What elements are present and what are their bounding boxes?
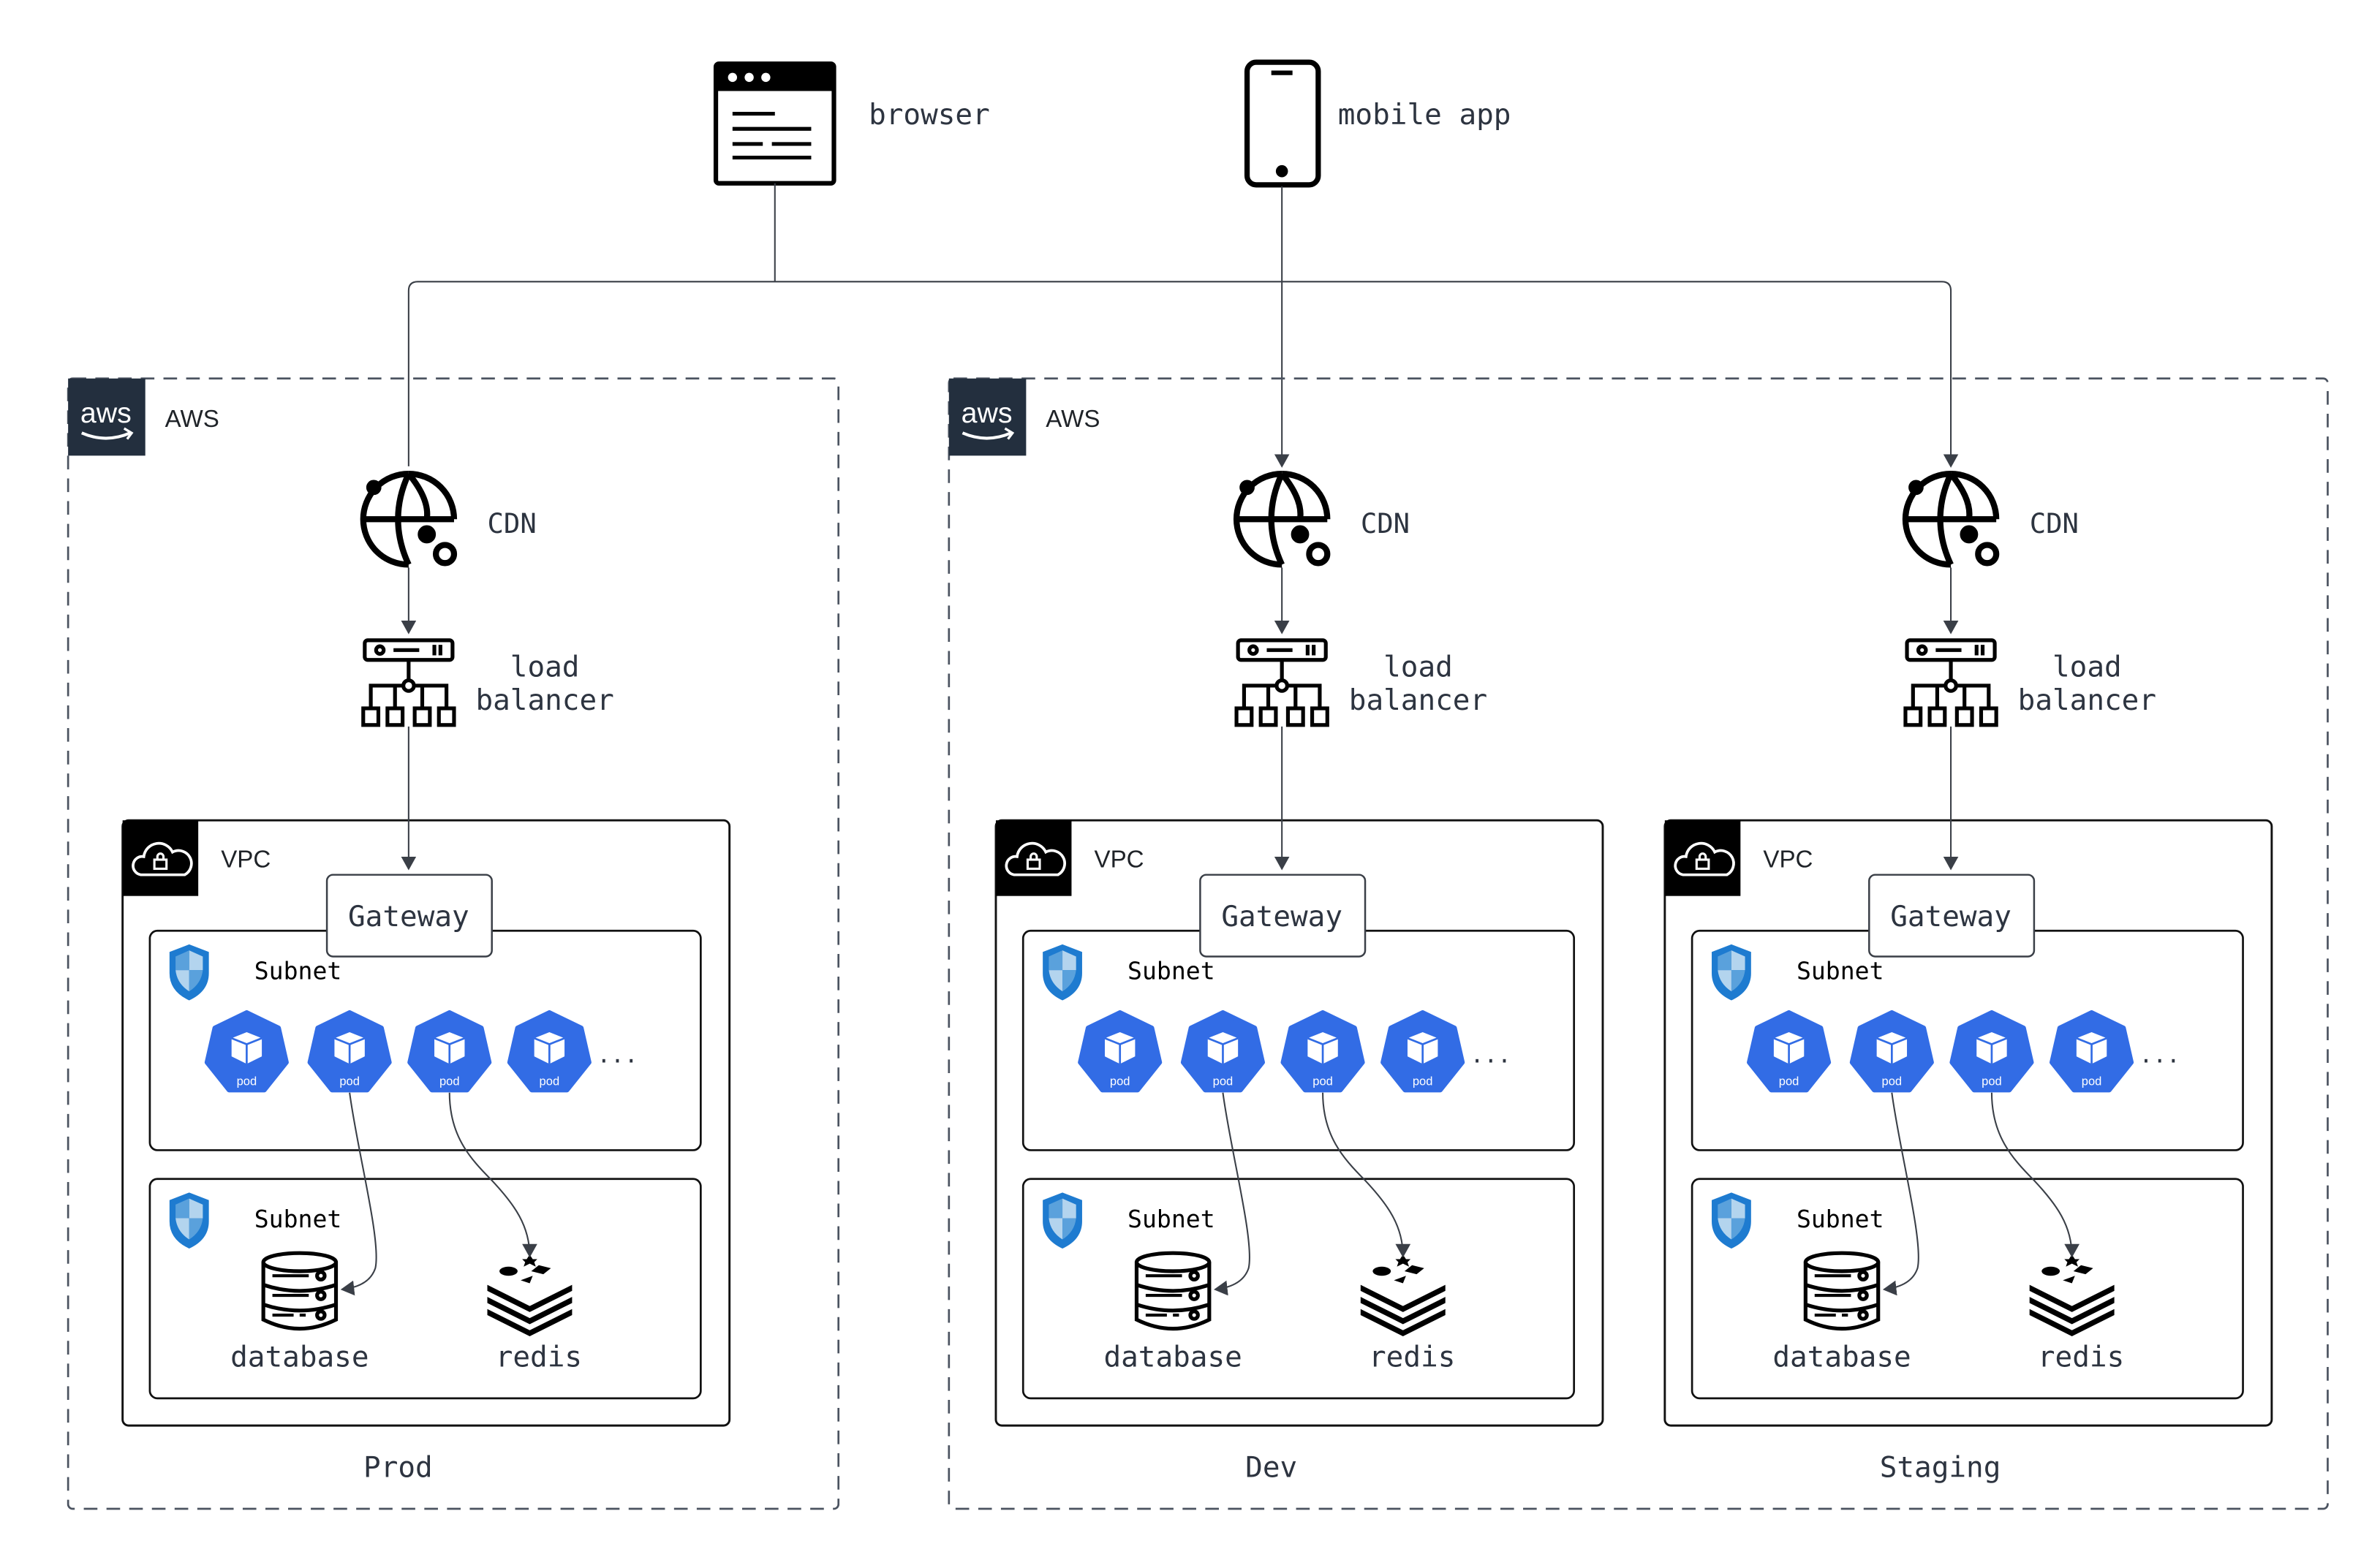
pod-label: pod <box>1213 1074 1234 1088</box>
pod-label: pod <box>1882 1074 1903 1088</box>
pod-icon: pod <box>1180 1010 1265 1093</box>
cdn-label: CDN <box>2030 507 2079 539</box>
pod-icon: pod <box>1380 1010 1465 1093</box>
redis-label: redis <box>1369 1341 1455 1374</box>
gateway-label: Gateway <box>1890 901 2011 933</box>
environment-label: Prod <box>363 1452 433 1485</box>
cloud-lock-icon <box>122 820 199 896</box>
svg-text:aws: aws <box>80 397 132 429</box>
more-pods: ... <box>2139 1042 2180 1068</box>
svg-text:aws: aws <box>962 397 1013 429</box>
gateway-node: Gateway <box>1199 874 1367 958</box>
vpc-label: VPC <box>221 846 271 873</box>
mobile-app-node: mobile app <box>1244 59 1511 188</box>
pod-label: pod <box>1110 1074 1130 1088</box>
gateway-node: Gateway <box>1868 874 2036 958</box>
pod-icon: pod <box>204 1010 289 1093</box>
cdn-label: CDN <box>1361 507 1410 539</box>
browser-label: browser <box>869 99 990 132</box>
pod-icon: pod <box>307 1010 392 1093</box>
pod-label: pod <box>2082 1074 2102 1088</box>
pod-label: pod <box>237 1074 257 1088</box>
lb-label-line1: load <box>510 651 580 684</box>
load-balancer-icon <box>361 638 456 727</box>
vpc-label: VPC <box>1763 846 1813 873</box>
pod-label: pod <box>540 1074 560 1088</box>
globe-icon <box>1902 471 2000 568</box>
mobile-phone-icon <box>1244 59 1321 188</box>
pod-icon: pod <box>407 1010 492 1093</box>
environment-0: CDN loadbalancer VPC Subnet Subnet Gatew… <box>121 471 731 1485</box>
pod-icon: pod <box>1747 1010 1832 1093</box>
pod-icon: pod <box>1949 1010 2034 1093</box>
redis-label: redis <box>2038 1341 2124 1374</box>
pod-label: pod <box>439 1074 460 1088</box>
cloud-lock-icon <box>1664 820 1741 896</box>
load-balancer-icon <box>1234 638 1329 727</box>
lb-label-line1: load <box>2052 651 2122 684</box>
database-icon <box>261 1251 339 1331</box>
client-edges <box>407 183 1959 468</box>
pod-icon: pod <box>1078 1010 1163 1093</box>
gateway-label: Gateway <box>1221 901 1342 933</box>
database-label: database <box>1103 1341 1242 1374</box>
cdn-label: CDN <box>487 507 536 539</box>
lb-label-line2: balancer <box>2018 684 2156 717</box>
architecture-diagram: browser mobile app aws AWS aws AWS CDN l… <box>67 59 2329 1510</box>
pod-icon: pod <box>1280 1010 1365 1093</box>
load-balancer-icon <box>1903 638 1998 727</box>
database-label: database <box>230 1341 369 1374</box>
aws-logo: aws <box>68 378 146 456</box>
environment-1: CDN loadbalancer VPC Subnet Subnet Gatew… <box>994 471 1604 1485</box>
database-label: database <box>1772 1341 1911 1374</box>
subnet-label: Subnet <box>1127 1205 1215 1233</box>
pod-icon: pod <box>1849 1010 1934 1093</box>
pod-label: pod <box>1779 1074 1799 1088</box>
lb-label-line2: balancer <box>1349 684 1487 717</box>
pod-label: pod <box>1982 1074 2002 1088</box>
subnet-label: Subnet <box>1127 957 1215 985</box>
environment-2: CDN loadbalancer VPC Subnet Subnet Gatew… <box>1663 471 2273 1485</box>
subnet-label: Subnet <box>1797 1205 1884 1233</box>
pod-icon: pod <box>507 1010 592 1093</box>
database-icon <box>1134 1251 1212 1331</box>
subnet-label: Subnet <box>1797 957 1884 985</box>
aws-label: AWS <box>165 406 219 433</box>
subnet-label: Subnet <box>254 1205 342 1233</box>
pod-label: pod <box>339 1074 360 1088</box>
aws-label: AWS <box>1046 406 1100 433</box>
pod-label: pod <box>1312 1074 1333 1088</box>
subnet-label: Subnet <box>254 957 342 985</box>
browser-node: browser <box>713 61 990 186</box>
lb-label-line2: balancer <box>475 684 613 717</box>
aws-logo: aws <box>948 378 1027 456</box>
pod-label: pod <box>1413 1074 1433 1088</box>
gateway-label: Gateway <box>348 901 469 933</box>
cloud-lock-icon <box>995 820 1072 896</box>
edge-to-prod-staging <box>407 281 1959 468</box>
gateway-node: Gateway <box>325 874 493 958</box>
browser-window-icon <box>713 61 836 186</box>
redis-label: redis <box>496 1341 582 1374</box>
mobile-app-label: mobile app <box>1338 99 1511 132</box>
database-icon <box>1803 1251 1881 1331</box>
globe-icon <box>360 471 458 568</box>
pod-icon: pod <box>2050 1010 2134 1093</box>
more-pods: ... <box>1470 1042 1511 1068</box>
more-pods: ... <box>597 1042 638 1068</box>
vpc-label: VPC <box>1095 846 1144 873</box>
environment-label: Staging <box>1880 1452 2001 1485</box>
lb-label-line1: load <box>1383 651 1453 684</box>
environment-label: Dev <box>1245 1452 1297 1485</box>
globe-icon <box>1233 471 1331 568</box>
